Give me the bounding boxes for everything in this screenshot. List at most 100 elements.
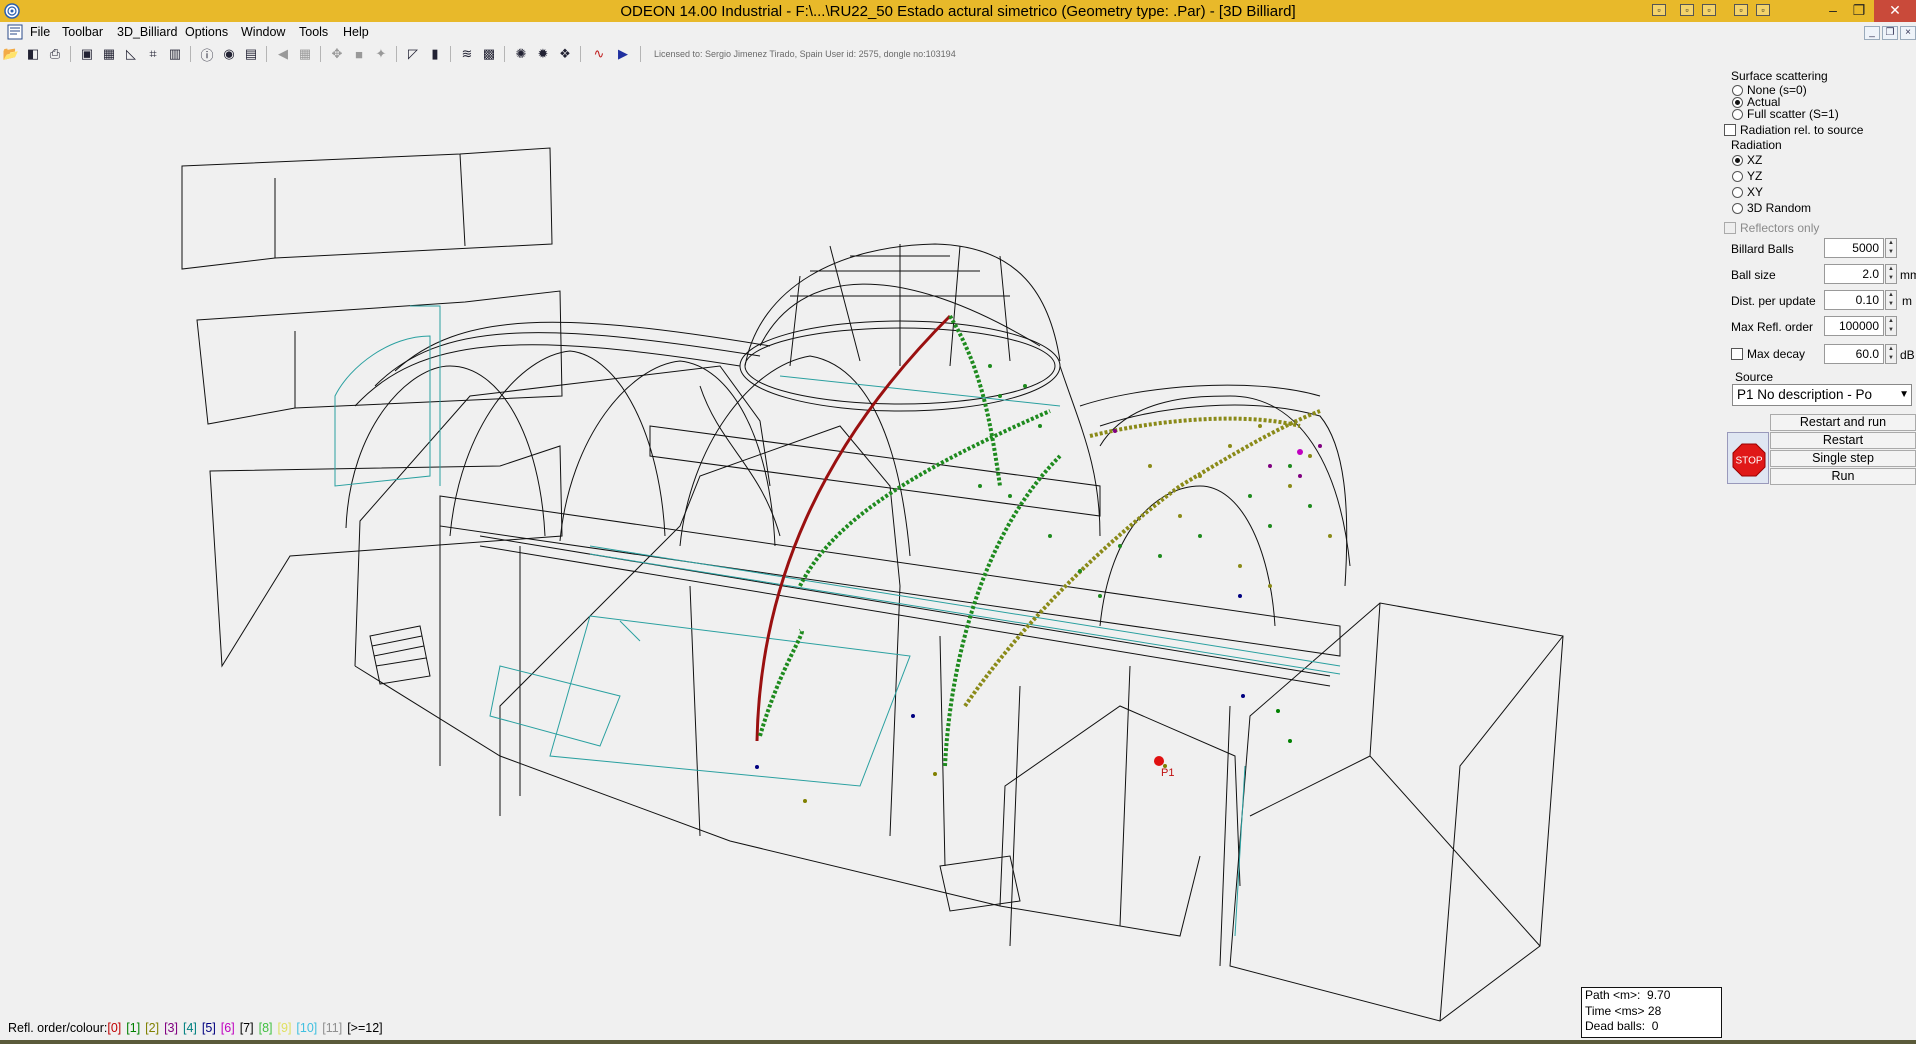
- dist-per-update-spinner[interactable]: ▲ ▼: [1885, 290, 1897, 310]
- source-receiver-icon[interactable]: ◉: [220, 45, 238, 63]
- info-icon[interactable]: ⓘ: [198, 45, 216, 63]
- stop-sign-icon: STOP: [1732, 443, 1766, 477]
- radiation-xz-radio[interactable]: [1732, 155, 1743, 166]
- curves-icon[interactable]: ≋: [458, 45, 476, 63]
- title-tool-icon-2[interactable]: ▫: [1680, 4, 1694, 16]
- max-refl-order-input[interactable]: 100000: [1824, 316, 1884, 336]
- radiation-label: Radiation: [1731, 138, 1782, 152]
- title-tool-icon-1[interactable]: ▫: [1652, 4, 1666, 16]
- legend-order-7: [7]: [239, 1021, 254, 1035]
- path-value: 9.70: [1647, 988, 1671, 1002]
- legend-order-1: [1]: [126, 1021, 141, 1035]
- open-folder-icon[interactable]: 📂: [2, 45, 20, 63]
- reflectors-only-checkbox[interactable]: [1724, 222, 1736, 234]
- radiation-3d-random-radio[interactable]: [1732, 203, 1743, 214]
- menu-toolbar[interactable]: Toolbar: [62, 25, 103, 39]
- scatter-actual-radio[interactable]: [1732, 97, 1743, 108]
- dist-per-update-label: Dist. per update: [1731, 294, 1816, 308]
- restore-button[interactable]: ❐: [1842, 0, 1876, 22]
- restart-button[interactable]: Restart: [1770, 432, 1916, 449]
- calculator-icon[interactable]: ▤: [242, 45, 260, 63]
- restart-and-run-button[interactable]: Restart and run: [1770, 414, 1916, 431]
- ruler-icon[interactable]: ◸: [404, 45, 422, 63]
- tower-box-top: [181, 147, 553, 270]
- path-label: Path <m>:: [1585, 988, 1641, 1002]
- title-tool-icon-4[interactable]: ▫: [1734, 4, 1748, 16]
- billiard-icon[interactable]: ✹: [534, 45, 552, 63]
- binder-icon[interactable]: ▮: [426, 45, 444, 63]
- mdi-minimize-button[interactable]: _: [1864, 26, 1880, 40]
- source-label: P1: [1161, 767, 1174, 779]
- surfaces-icon[interactable]: ◺: [122, 45, 140, 63]
- billiard-balls-label: Billard Balls: [1731, 242, 1794, 256]
- billiard-balls-spinner[interactable]: ▲ ▼: [1885, 238, 1897, 258]
- title-tool-icon-3[interactable]: ▫: [1702, 4, 1716, 16]
- license-text: Licensed to: Sergio Jimenez Tirado, Spai…: [654, 49, 956, 59]
- billiard-balls-input[interactable]: 5000: [1824, 238, 1884, 258]
- menu-window[interactable]: Window: [241, 25, 285, 39]
- single-step-button[interactable]: Single step: [1770, 450, 1916, 467]
- grid-icon[interactable]: ▥: [166, 45, 184, 63]
- scatter-full-label: Full scatter (S=1): [1747, 107, 1839, 121]
- tools-icon[interactable]: ✥: [328, 45, 346, 63]
- radiation-xy-radio[interactable]: [1732, 187, 1743, 198]
- 3d-view-icon[interactable]: ▦: [100, 45, 118, 63]
- scatter-full-radio[interactable]: [1732, 109, 1743, 120]
- legend-order-6: [6]: [220, 1021, 235, 1035]
- scatter-none-radio[interactable]: [1732, 85, 1743, 96]
- 3d-billiard-viewport[interactable]: P1: [0, 66, 1720, 1041]
- reflectogram-icon[interactable]: ∿: [590, 45, 608, 63]
- tabs-icon[interactable]: ❖: [556, 45, 574, 63]
- square-icon[interactable]: ■: [350, 45, 368, 63]
- ball-size-label: Ball size: [1731, 268, 1776, 282]
- ball-size-spinner[interactable]: ▲ ▼: [1885, 264, 1897, 284]
- window-title: ODEON 14.00 Industrial - F:\...\RU22_50 …: [620, 3, 1296, 20]
- reflectors-only-label: Reflectors only: [1740, 221, 1820, 235]
- menu-help[interactable]: Help: [343, 25, 369, 39]
- main-toolbar: 📂 ◧ ⎙ ▣ ▦ ◺ ⌗ ▥ ⓘ ◉ ▤ ◀ ▦ ✥ ■ ✦ ◸ ▮ ≋ ▩ …: [0, 42, 1916, 66]
- menu-tools[interactable]: Tools: [299, 25, 328, 39]
- grid-view-icon[interactable]: ▩: [480, 45, 498, 63]
- mdi-close-button[interactable]: ×: [1900, 26, 1916, 40]
- legend-order-11: [11]: [322, 1021, 343, 1035]
- speaker-icon[interactable]: ◀: [274, 45, 292, 63]
- stop-button[interactable]: STOP: [1727, 432, 1769, 484]
- source-label: Source: [1735, 370, 1774, 384]
- floor-edge: [354, 665, 1201, 937]
- source-select[interactable]: P1 No description - Po ▼: [1732, 384, 1912, 406]
- status-strip: [0, 1040, 1916, 1044]
- menu-options[interactable]: Options: [185, 25, 228, 39]
- max-decay-checkbox[interactable]: [1731, 348, 1743, 360]
- max-decay-input[interactable]: 60.0: [1824, 344, 1884, 364]
- max-decay-spinner[interactable]: ▲ ▼: [1885, 344, 1897, 364]
- print-icon[interactable]: ⎙: [46, 45, 64, 63]
- globe-icon[interactable]: ✺: [512, 45, 530, 63]
- legend-order-0: [0]: [107, 1021, 122, 1035]
- close-button[interactable]: ✕: [1874, 0, 1916, 22]
- mdi-restore-button[interactable]: ❐: [1882, 26, 1898, 40]
- dead-balls-value: 0: [1651, 1019, 1659, 1033]
- legend-order-3: [3]: [164, 1021, 178, 1035]
- run-button[interactable]: Run: [1770, 468, 1916, 485]
- settings-icon[interactable]: ✦: [372, 45, 390, 63]
- max-refl-order-spinner[interactable]: ▲ ▼: [1885, 316, 1897, 336]
- document-icon[interactable]: [7, 24, 23, 40]
- svg-text:STOP: STOP: [1735, 456, 1762, 467]
- materials-icon[interactable]: ⌗: [144, 45, 162, 63]
- max-decay-unit: dB: [1900, 348, 1915, 362]
- grid-response-icon[interactable]: ▦: [296, 45, 314, 63]
- play-icon[interactable]: ▶: [614, 45, 632, 63]
- open-room-icon[interactable]: ◧: [24, 45, 42, 63]
- title-tool-icon-5[interactable]: ▫: [1756, 4, 1770, 16]
- room-view-icon[interactable]: ▣: [78, 45, 96, 63]
- title-bar: ODEON 14.00 Industrial - F:\...\RU22_50 …: [0, 0, 1916, 22]
- legend-order-4: [4]: [182, 1021, 197, 1035]
- menu-file[interactable]: File: [30, 25, 50, 39]
- radiation-rel-checkbox[interactable]: [1724, 124, 1736, 136]
- radiation-yz-radio[interactable]: [1732, 171, 1743, 182]
- radiation-xy-label: XY: [1747, 185, 1764, 199]
- menu-3d-billiard[interactable]: 3D_Billiard: [117, 25, 177, 39]
- time-label: Time <ms>: [1585, 1003, 1645, 1018]
- ball-size-input[interactable]: 2.0: [1824, 264, 1884, 284]
- dist-per-update-input[interactable]: 0.10: [1824, 290, 1884, 310]
